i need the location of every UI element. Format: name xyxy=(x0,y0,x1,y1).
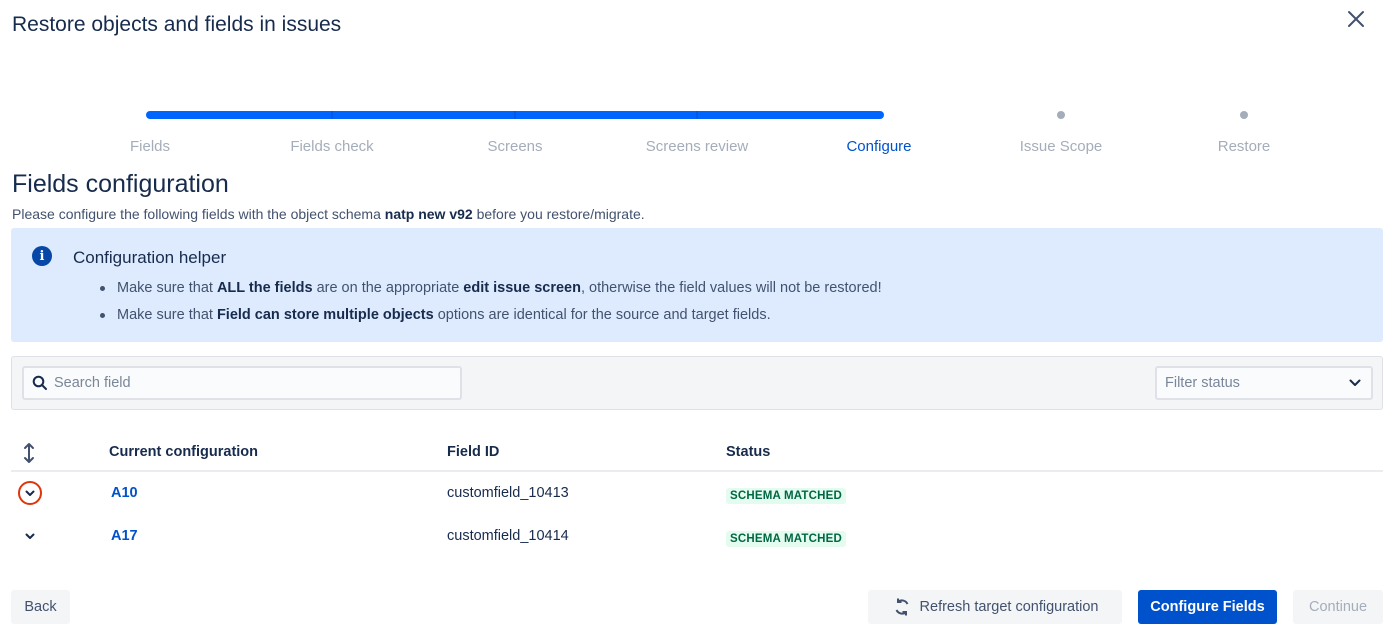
expand-row-button[interactable] xyxy=(18,524,42,548)
section-subtitle: Please configure the following fields wi… xyxy=(12,206,645,222)
status-badge: SCHEMA MATCHED xyxy=(726,531,847,547)
table-row: A10 customfield_10413 SCHEMA MATCHED xyxy=(11,472,1383,515)
refresh-target-configuration-button[interactable]: Refresh target configuration xyxy=(868,590,1122,624)
header-field-id[interactable]: Field ID xyxy=(447,444,499,460)
chevron-down-icon xyxy=(25,490,35,496)
field-name-link[interactable]: A17 xyxy=(111,528,138,544)
refresh-icon xyxy=(892,597,912,617)
helper-bold: edit issue screen xyxy=(463,280,581,296)
step-marker xyxy=(331,111,333,119)
continue-button[interactable]: Continue xyxy=(1293,590,1383,624)
helper-text: options are identical for the source and… xyxy=(433,307,771,323)
fields-table: Current configuration Field ID Status A1… xyxy=(11,436,1383,558)
configure-fields-button[interactable]: Configure Fields xyxy=(1138,590,1277,624)
step-configure: Configure xyxy=(846,138,912,155)
helper-text: are on the appropriate xyxy=(312,280,464,296)
refresh-label: Refresh target configuration xyxy=(919,599,1099,615)
dialog-title: Restore objects and fields in issues xyxy=(12,13,342,36)
close-button[interactable] xyxy=(1343,6,1369,32)
header-current-configuration[interactable]: Current configuration xyxy=(109,444,258,460)
chevron-down-icon xyxy=(1349,379,1361,386)
step-dot-issue-scope xyxy=(1057,111,1065,119)
helper-text: Make sure that xyxy=(117,307,217,323)
table-header: Current configuration Field ID Status xyxy=(11,436,1383,472)
field-id: customfield_10414 xyxy=(447,528,569,544)
subtitle-pre: Please configure the following fields wi… xyxy=(12,206,385,222)
info-icon: i xyxy=(32,246,52,266)
step-dot-restore xyxy=(1240,111,1248,119)
helper-bold: Field can store multiple objects xyxy=(216,307,434,323)
helper-bold: ALL the fields xyxy=(216,280,313,296)
step-marker xyxy=(514,111,516,119)
header-status[interactable]: Status xyxy=(726,444,770,460)
helper-text: , otherwise the field values will not be… xyxy=(580,280,882,296)
helper-list: Make sure that ALL the fields are on the… xyxy=(100,278,882,332)
filter-status-select[interactable]: Filter status xyxy=(1155,366,1373,400)
step-screens: Screens xyxy=(487,138,543,155)
status-badge: SCHEMA MATCHED xyxy=(726,488,847,504)
step-fields-check: Fields check xyxy=(290,138,374,155)
helper-item: Make sure that ALL the fields are on the… xyxy=(100,278,882,305)
step-issue-scope: Issue Scope xyxy=(1019,138,1103,155)
expand-row-button[interactable] xyxy=(18,481,42,505)
expand-collapse-all-icon[interactable] xyxy=(21,442,37,464)
progress-stepper: Fields Fields check Screens Screens revi… xyxy=(0,100,1395,160)
schema-name: natp new v92 xyxy=(384,206,473,222)
subtitle-post: before you restore/migrate. xyxy=(472,206,645,222)
filter-status-placeholder: Filter status xyxy=(1165,375,1240,391)
helper-text: Make sure that xyxy=(117,280,217,296)
step-screens-review: Screens review xyxy=(645,138,749,155)
back-button[interactable]: Back xyxy=(11,590,70,624)
search-icon xyxy=(32,375,48,391)
field-name-link[interactable]: A10 xyxy=(111,485,138,501)
table-row: A17 customfield_10414 SCHEMA MATCHED xyxy=(11,515,1383,558)
helper-item: Make sure that Field can store multiple … xyxy=(100,305,882,332)
helper-title: Configuration helper xyxy=(73,248,227,267)
filter-bar: Filter status xyxy=(11,356,1383,410)
search-input[interactable] xyxy=(54,375,444,391)
step-restore: Restore xyxy=(1217,138,1271,155)
chevron-down-icon xyxy=(25,533,35,539)
configuration-helper-panel: i Configuration helper Make sure that AL… xyxy=(11,228,1383,342)
step-fields: Fields xyxy=(129,138,171,155)
section-title: Fields configuration xyxy=(12,170,229,198)
field-id: customfield_10413 xyxy=(447,485,569,501)
search-box[interactable] xyxy=(22,366,462,400)
close-icon xyxy=(1348,11,1364,27)
step-marker xyxy=(696,111,698,119)
